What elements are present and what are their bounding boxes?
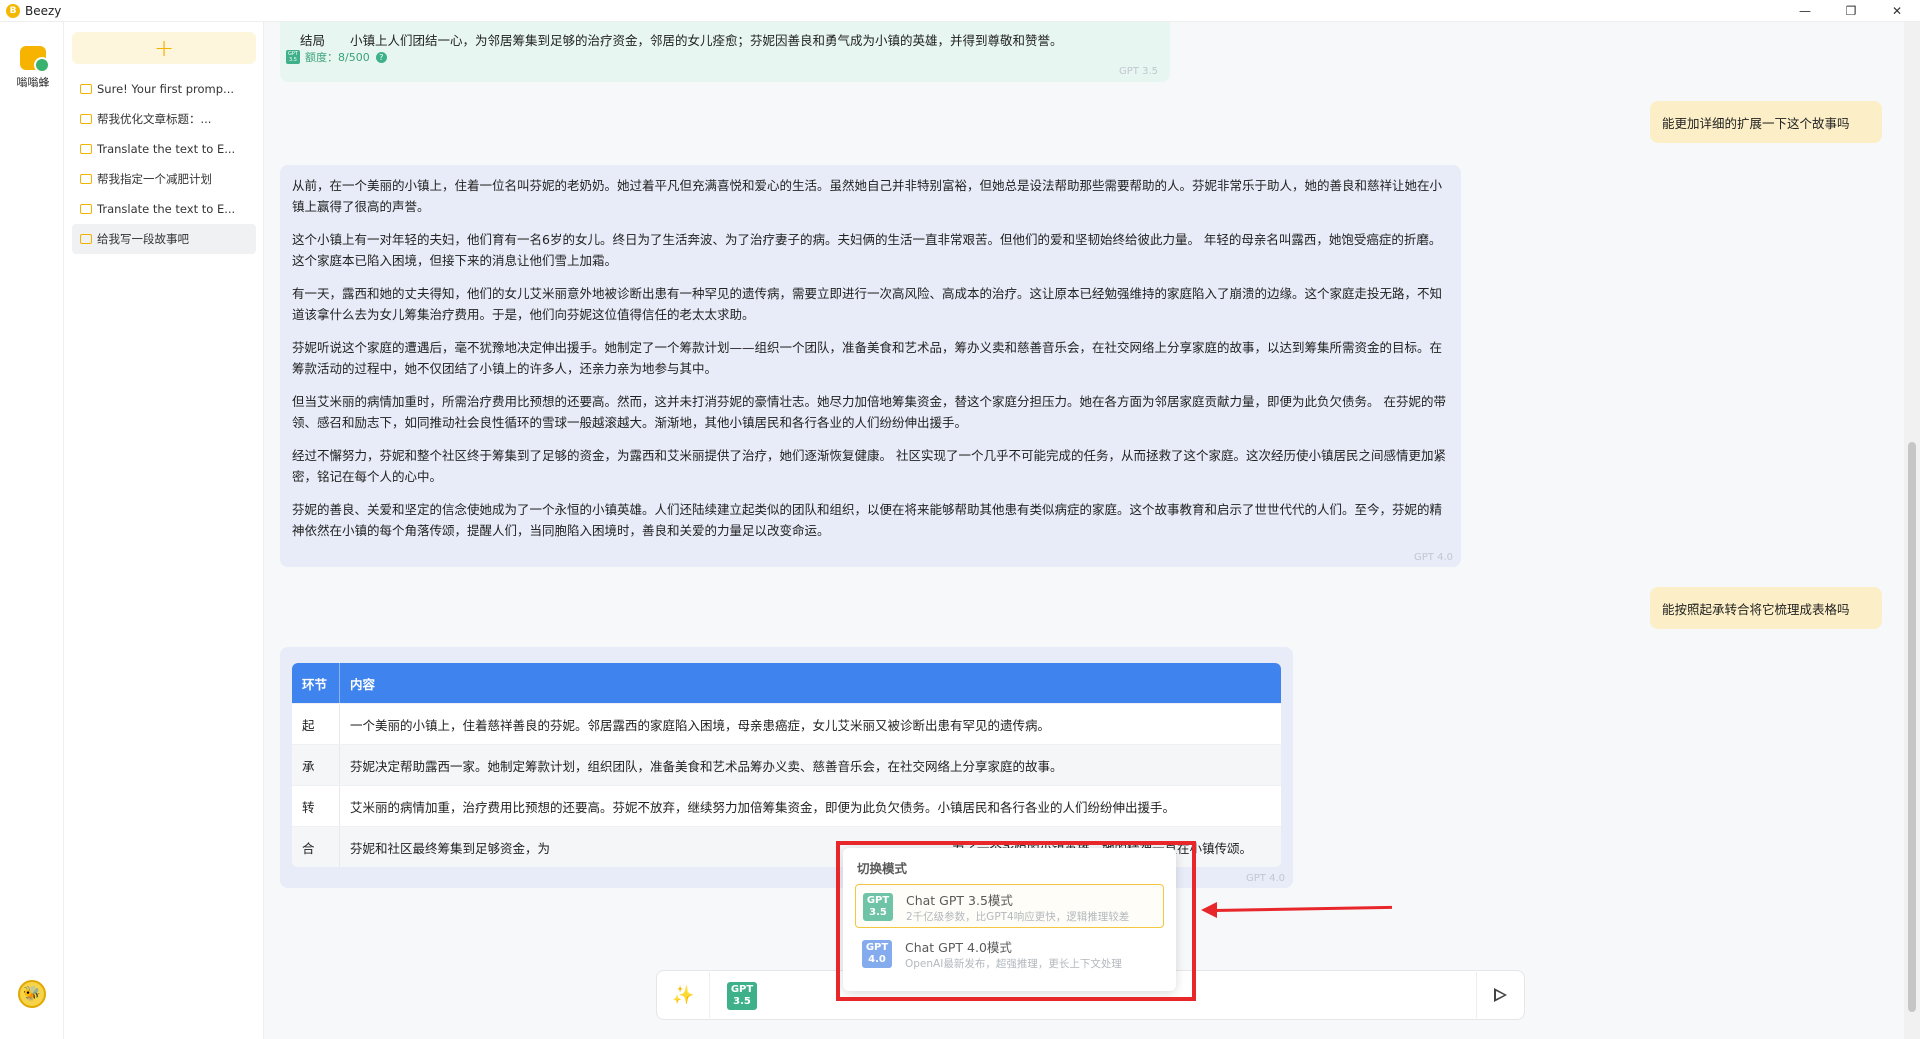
story-paragraph: 但当艾米丽的病情加重时，所需治疗费用比预想的还要高。然而，这并未打消芬妮的豪情壮… bbox=[292, 391, 1449, 433]
minimize-button[interactable]: — bbox=[1782, 0, 1828, 22]
model-tag: GPT 4.0 bbox=[1246, 873, 1285, 884]
app-icon-bar: 嗡嗡蜂 🐝 bbox=[0, 22, 64, 1039]
annotation-arrow-line bbox=[1214, 906, 1392, 912]
mode-switch-button[interactable]: GPT3.5 bbox=[727, 982, 757, 1010]
conversation-item[interactable]: Translate the text to E... bbox=[72, 194, 256, 224]
row-stage: 起 bbox=[292, 704, 340, 744]
row-content: 艾米丽的病情加重，治疗费用比预想的还要高。芬妮不放弃，继续努力加倍筹集资金，即便… bbox=[340, 797, 1175, 816]
send-icon bbox=[1494, 988, 1507, 1002]
mode-top: GPT bbox=[731, 984, 753, 995]
conversation-title: Translate the text to E... bbox=[97, 142, 235, 156]
send-button[interactable] bbox=[1476, 972, 1524, 1018]
chat-icon bbox=[80, 174, 92, 184]
chat-icon bbox=[80, 144, 92, 154]
row-stage: 转 bbox=[292, 786, 340, 826]
conversation-title: 帮我指定一个减肥计划 bbox=[97, 171, 212, 187]
conversation-title: 给我写一段故事吧 bbox=[97, 231, 189, 247]
table-header: 环节 内容 bbox=[292, 663, 1281, 703]
bee-app-label: 嗡嗡蜂 bbox=[17, 74, 50, 90]
quota-text: 额度：8/500 bbox=[305, 49, 370, 65]
conversation-title: Sure! Your first promp... bbox=[97, 82, 234, 96]
story-paragraph: 从前，在一个美丽的小镇上，住着一位名叫芬妮的老奶奶。她过着平凡但充满喜悦和爱心的… bbox=[292, 175, 1449, 217]
story-paragraph: 芬妮的善良、关爱和坚定的信念使她成为了一个永恒的小镇英雄。人们还陆续建立起类似的… bbox=[292, 499, 1449, 541]
story-paragraph: 芬妮听说这个家庭的遭遇后，毫不犹豫地决定伸出援手。她制定了一个筹款计划——组织一… bbox=[292, 337, 1449, 379]
window-controls: — ❐ ✕ bbox=[1782, 0, 1920, 22]
conversation-item[interactable]: 帮我指定一个减肥计划 bbox=[72, 164, 256, 194]
conversation-item-active[interactable]: 给我写一段故事吧 bbox=[72, 224, 256, 254]
header-content: 内容 bbox=[340, 674, 375, 693]
bee-app-entry[interactable]: 嗡嗡蜂 bbox=[13, 46, 53, 90]
user-message: 能更加详细的扩展一下这个故事吗 bbox=[1650, 101, 1882, 143]
conversation-item[interactable]: 帮我优化文章标题：... bbox=[72, 104, 256, 134]
header-stage: 环节 bbox=[292, 663, 340, 703]
maximize-button[interactable]: ❐ bbox=[1828, 0, 1874, 22]
table-row: 承 芬妮决定帮助露西一家。她制定筹款计划，组织团队，准备美食和艺术品筹办义卖、慈… bbox=[292, 744, 1281, 785]
chat-scrollbar[interactable] bbox=[1904, 22, 1920, 1039]
table-row: 转 艾米丽的病情加重，治疗费用比预想的还要高。芬妮不放弃，继续努力加倍筹集资金，… bbox=[292, 785, 1281, 826]
chat-icon bbox=[80, 114, 92, 124]
conversation-list: Sure! Your first promp... 帮我优化文章标题：... T… bbox=[72, 74, 256, 254]
title-bar: B Beezy — ❐ ✕ bbox=[0, 0, 1920, 22]
chat-icon bbox=[80, 84, 92, 94]
magic-wand-icon[interactable]: ✨ bbox=[658, 972, 710, 1018]
story-paragraph: 有一天，露西和她的丈夫得知，他们的女儿艾米丽意外地被诊断出患有一种罕见的遗传病，… bbox=[292, 283, 1449, 325]
user-message: 能按照起承转合将它梳理成表格吗 bbox=[1650, 587, 1882, 629]
conversation-title: Translate the text to E... bbox=[97, 202, 235, 216]
conversation-title: 帮我优化文章标题：... bbox=[97, 111, 211, 127]
conversation-item[interactable]: Sure! Your first promp... bbox=[72, 74, 256, 104]
quota-row: GPT3.5 额度：8/500 ? bbox=[286, 49, 387, 65]
gpt35-icon: GPT3.5 bbox=[286, 50, 300, 64]
chat-icon bbox=[80, 204, 92, 214]
story-paragraph: 这个小镇上有一对年轻的夫妇，他们育有一名6岁的女儿。终日为了生活奔波、为了治疗妻… bbox=[292, 229, 1449, 271]
scrollbar-thumb[interactable] bbox=[1908, 442, 1916, 1012]
story-paragraph: 经过不懈努力，芬妮和整个社区终于筹集到了足够的资金，为露西和艾米丽提供了治疗，她… bbox=[292, 445, 1449, 487]
outcome-text: 小镇上人们团结一心，为邻居筹集到足够的治疗资金，邻居的女儿痊愈；芬妮因善良和勇气… bbox=[350, 30, 1063, 49]
chat-area: 结局 小镇上人们团结一心，为邻居筹集到足够的治疗资金，邻居的女儿痊愈；芬妮因善良… bbox=[264, 22, 1904, 1039]
row-content: 芬妮和社区最终筹集到足够资金，为 bbox=[340, 838, 550, 857]
conversation-item[interactable]: Translate the text to E... bbox=[72, 134, 256, 164]
outcome-label: 结局 bbox=[300, 30, 325, 49]
chat-icon bbox=[80, 234, 92, 244]
conversation-sidebar: + Sure! Your first promp... 帮我优化文章标题：...… bbox=[64, 22, 264, 1039]
table-row: 起 一个美丽的小镇上，住着慈祥善良的芬妮。邻居露西的家庭陷入困境，母亲患癌症，女… bbox=[292, 703, 1281, 744]
chat-bee-icon bbox=[20, 46, 46, 70]
mode-bottom: 3.5 bbox=[733, 996, 751, 1007]
close-button[interactable]: ✕ bbox=[1874, 0, 1920, 22]
row-content: 芬妮决定帮助露西一家。她制定筹款计划，组织团队，准备美食和艺术品筹办义卖、慈善音… bbox=[340, 756, 1063, 775]
bot-message-story: 从前，在一个美丽的小镇上，住着一位名叫芬妮的老奶奶。她过着平凡但充满喜悦和爱心的… bbox=[280, 165, 1461, 567]
new-chat-button[interactable]: + bbox=[72, 32, 256, 64]
user-avatar[interactable]: 🐝 bbox=[18, 980, 46, 1008]
story-structure-table: 环节 内容 起 一个美丽的小镇上，住着慈祥善良的芬妮。邻居露西的家庭陷入困境，母… bbox=[292, 663, 1281, 867]
window-title: Beezy bbox=[25, 4, 61, 18]
annotation-highlight-frame bbox=[836, 841, 1196, 1001]
row-stage: 合 bbox=[292, 827, 340, 867]
bot-message-previous: 结局 小镇上人们团结一心，为邻居筹集到足够的治疗资金，邻居的女儿痊愈；芬妮因善良… bbox=[280, 22, 1170, 82]
row-content: 一个美丽的小镇上，住着慈祥善良的芬妮。邻居露西的家庭陷入困境，母亲患癌症，女儿艾… bbox=[340, 715, 1050, 734]
row-stage: 承 bbox=[292, 745, 340, 785]
model-tag: GPT 4.0 bbox=[1414, 552, 1453, 563]
beezy-logo-icon: B bbox=[6, 4, 20, 18]
model-tag: GPT 3.5 bbox=[1119, 66, 1158, 77]
help-icon[interactable]: ? bbox=[376, 52, 387, 63]
